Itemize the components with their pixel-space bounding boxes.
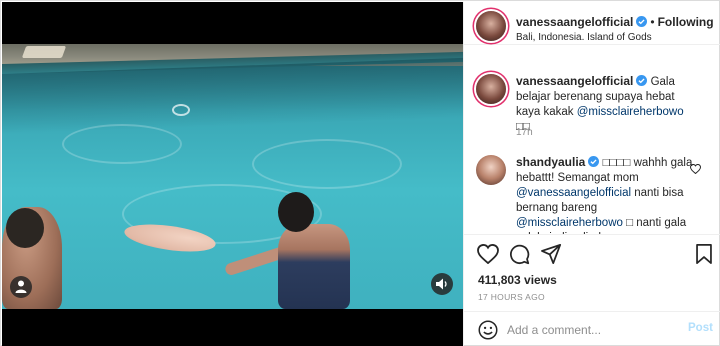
post-actions: 411,803 views 17 HOURS AGO Post <box>464 234 720 346</box>
post-details-pane: vanessaangelofficial • Following Bali, Ind… <box>463 2 720 346</box>
comment-mention[interactable]: @missclaireherbowo <box>516 217 623 229</box>
tagged-users-button[interactable] <box>10 276 32 298</box>
comment-mention[interactable]: @vanessaangelofficial <box>516 187 631 199</box>
following-button[interactable]: Following <box>658 15 714 29</box>
swimmer-woman-head <box>278 192 314 232</box>
like-comment-heart-icon[interactable] <box>690 164 701 174</box>
user-tag-icon <box>15 280 27 293</box>
share-icon[interactable] <box>541 244 562 264</box>
avatar[interactable] <box>476 74 506 104</box>
header-user-line: vanessaangelofficial • Following <box>516 15 714 29</box>
avatar[interactable] <box>476 11 506 41</box>
verified-badge-icon <box>588 156 600 167</box>
mute-button[interactable] <box>431 273 453 295</box>
water-splash <box>172 104 190 116</box>
emoji-icon[interactable] <box>478 320 498 340</box>
water-ripple <box>62 124 182 164</box>
comment-emoji: □□□□ <box>602 157 631 169</box>
lounge-chair <box>21 46 67 58</box>
add-comment-bar: Post <box>464 311 720 346</box>
author-username[interactable]: vanessaangelofficial <box>516 15 633 29</box>
avatar[interactable] <box>476 155 506 185</box>
water-ripple <box>252 139 402 189</box>
heart-icon[interactable] <box>477 244 499 264</box>
comment-icon[interactable] <box>509 244 530 265</box>
post-modal: vanessaangelofficial • Following Bali, Ind… <box>0 0 720 346</box>
comment-username[interactable]: shandyaulia <box>516 155 585 169</box>
verified-badge-icon <box>636 75 648 86</box>
post-location[interactable]: Bali, Indonesia. Island of Gods <box>516 32 652 43</box>
verified-badge-icon <box>636 16 648 27</box>
comments-list[interactable]: vanessaangelofficial Gala belajar berena… <box>464 45 720 234</box>
caption-timestamp[interactable]: 17h <box>516 127 533 138</box>
post-time-ago[interactable]: 17 HOURS AGO <box>478 292 545 302</box>
view-count[interactable]: 411,803 views <box>478 273 557 287</box>
video-frame[interactable] <box>2 44 463 309</box>
bookmark-icon[interactable] <box>696 244 712 264</box>
post-button[interactable]: Post <box>688 322 713 334</box>
caption: vanessaangelofficial Gala belajar berena… <box>516 74 696 135</box>
mute-icon <box>436 278 447 290</box>
comment: shandyaulia □□□□ wahhh gala hebattt! Sem… <box>516 155 696 234</box>
caption-mention[interactable]: @missclaireherbowo <box>577 106 684 118</box>
separator-dot: • <box>650 15 655 29</box>
post-header: vanessaangelofficial • Following Bali, Ind… <box>464 2 720 45</box>
comment-input[interactable] <box>507 320 677 340</box>
video-player[interactable] <box>2 2 463 346</box>
swimmer-man-head <box>6 208 44 248</box>
swimmer-woman <box>278 224 350 309</box>
caption-username[interactable]: vanessaangelofficial <box>516 74 633 88</box>
